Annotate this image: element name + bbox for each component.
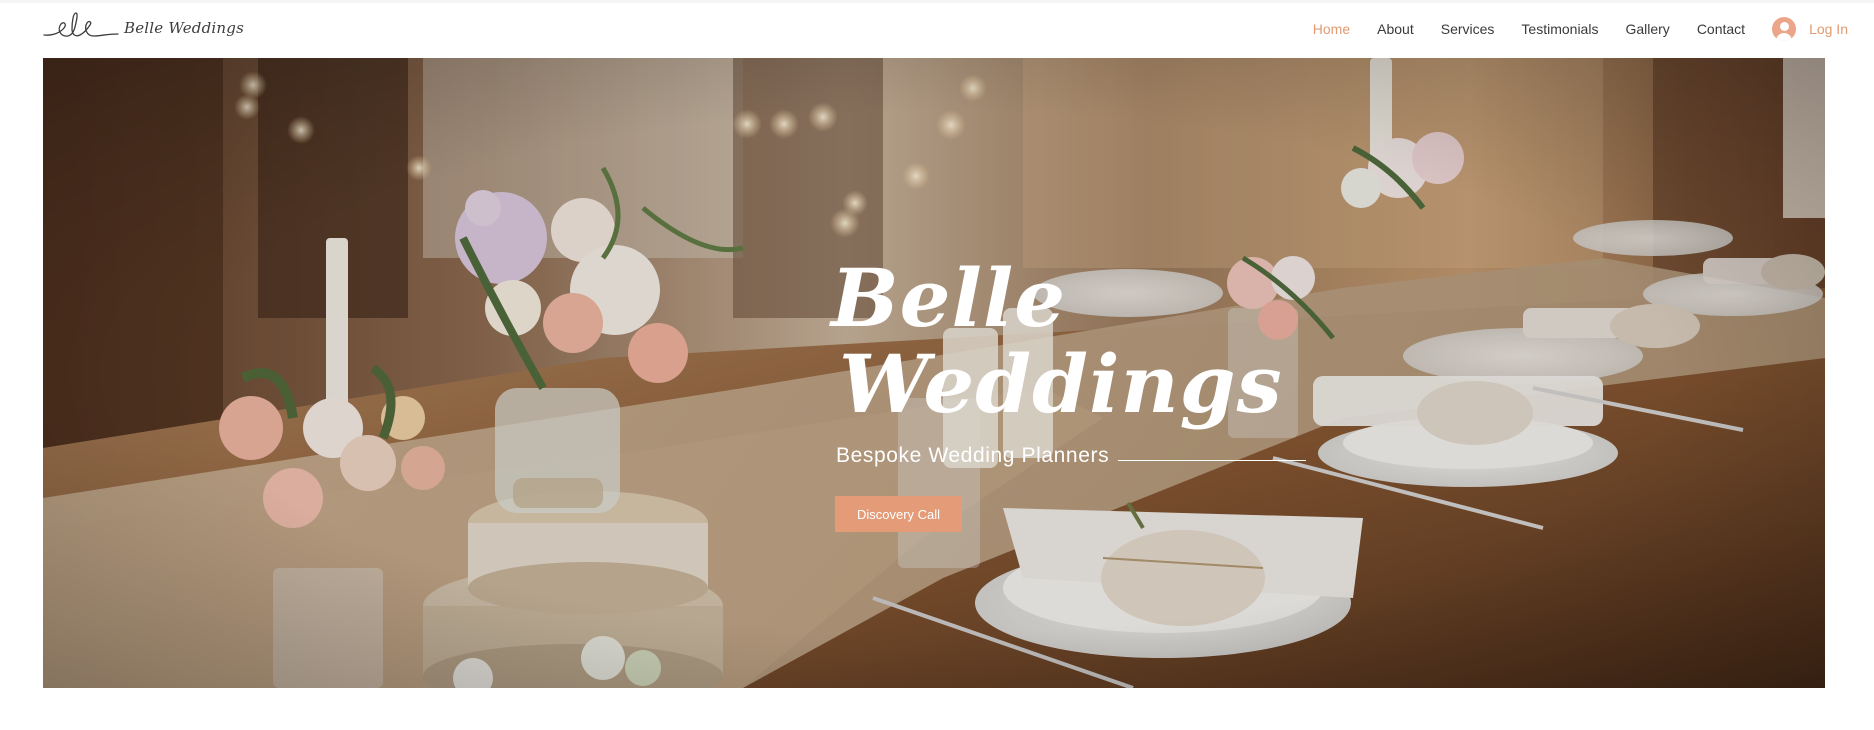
site-header: Belle Weddings Home About Services Testi…	[0, 3, 1874, 58]
brand-name: Belle Weddings	[124, 19, 244, 37]
hero-title: Belle Weddings	[831, 255, 1283, 427]
nav-item-contact[interactable]: Contact	[1697, 21, 1745, 37]
main-nav: Home About Services Testimonials Gallery…	[1313, 17, 1874, 41]
hero-subtitle: Bespoke Wedding Planners	[836, 444, 1110, 467]
nav-item-home[interactable]: Home	[1313, 21, 1350, 37]
hero-title-line1: Belle	[831, 251, 1067, 345]
brand-logo[interactable]: Belle Weddings	[42, 7, 244, 43]
hero-section: Belle Weddings Bespoke Wedding Planners …	[43, 58, 1825, 688]
hero-title-line2: Weddings	[839, 337, 1283, 431]
logo-monogram-icon	[43, 12, 119, 37]
nav-item-about[interactable]: About	[1377, 21, 1414, 37]
discovery-call-button[interactable]: Discovery Call	[835, 496, 962, 532]
hero-divider	[1118, 460, 1306, 461]
nav-item-testimonials[interactable]: Testimonials	[1521, 21, 1598, 37]
login-button[interactable]: Log In	[1772, 17, 1848, 41]
user-avatar-icon	[1772, 17, 1797, 41]
nav-item-services[interactable]: Services	[1441, 21, 1495, 37]
login-label: Log In	[1809, 21, 1848, 37]
nav-item-gallery[interactable]: Gallery	[1625, 21, 1669, 37]
